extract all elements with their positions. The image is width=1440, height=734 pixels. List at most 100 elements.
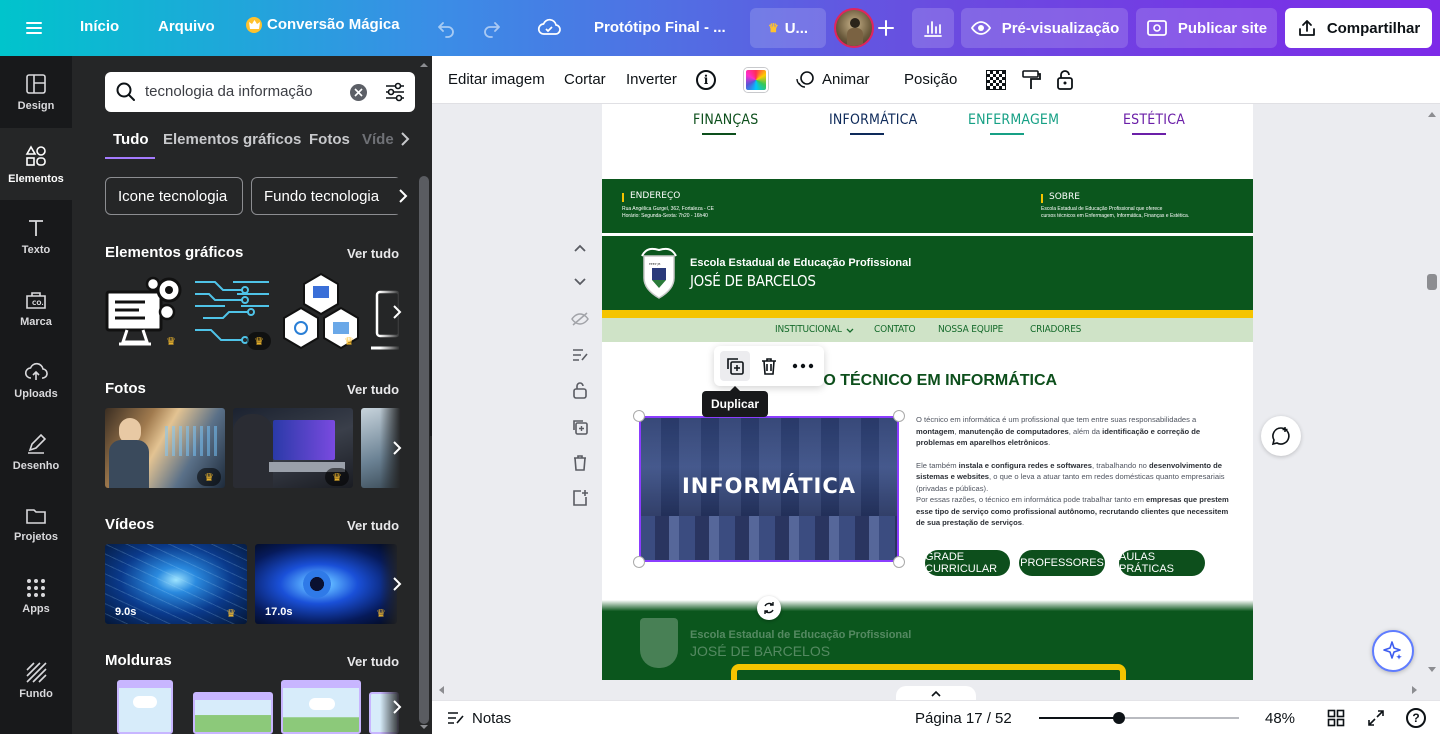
delete-page-icon[interactable]: [568, 451, 592, 475]
cloud-sync-icon[interactable]: [536, 15, 562, 41]
resize-handle[interactable]: [633, 410, 645, 422]
design-page[interactable]: FINANÇAS INFORMÁTICA ENFERMAGEM ESTÉTICA…: [602, 104, 1253, 680]
search-input[interactable]: tecnologia da informação: [145, 83, 313, 100]
file-menu[interactable]: Arquivo: [158, 18, 215, 35]
tab-videos[interactable]: Víde: [362, 131, 394, 148]
trash-icon[interactable]: [759, 356, 779, 376]
videos-next-icon[interactable]: [380, 544, 414, 624]
course-link-it[interactable]: INFORMÁTICA: [829, 112, 917, 128]
graphic-computer-gears[interactable]: ♛: [105, 272, 185, 352]
graphic-tech-hexagons[interactable]: ♛: [281, 272, 361, 352]
see-all-frames-link[interactable]: Ver tudo: [347, 654, 399, 669]
document-title[interactable]: Protótipo Final - ...: [594, 19, 726, 36]
redo-icon[interactable]: [480, 16, 504, 40]
insights-button[interactable]: [912, 8, 954, 48]
preview-button[interactable]: Pré-visualização: [961, 8, 1128, 48]
tabs-next-icon[interactable]: [400, 131, 410, 150]
upgrade-button[interactable]: ♛ U...: [750, 8, 826, 48]
hide-page-icon[interactable]: [568, 307, 592, 331]
lock-page-icon[interactable]: [568, 378, 592, 402]
move-page-up-icon[interactable]: [568, 236, 592, 260]
add-comment-button[interactable]: [1261, 416, 1301, 456]
chips-next-icon[interactable]: [380, 178, 414, 214]
teachers-button[interactable]: PROFESSORES: [1019, 550, 1105, 576]
resize-handle[interactable]: [893, 556, 905, 568]
page-notes-icon[interactable]: [568, 343, 592, 367]
zoom-slider[interactable]: [1039, 712, 1239, 724]
scroll-down-arrow[interactable]: [1427, 666, 1437, 674]
zoom-level[interactable]: 48%: [1265, 710, 1295, 727]
frame-wide-window[interactable]: [281, 680, 361, 734]
more-options-icon[interactable]: [792, 363, 814, 369]
photos-next-icon[interactable]: [380, 408, 414, 488]
transparency-icon[interactable]: [986, 70, 1006, 90]
notes-button[interactable]: Notas: [446, 709, 511, 727]
resize-handle[interactable]: [633, 556, 645, 568]
add-collaborator-icon[interactable]: [872, 14, 900, 42]
home-menu[interactable]: Início: [80, 18, 119, 35]
course-link-aesthetics[interactable]: ESTÉTICA: [1123, 112, 1185, 128]
rail-item-uploads[interactable]: Uploads: [0, 344, 72, 416]
add-page-icon[interactable]: [568, 486, 592, 510]
nav-creators[interactable]: CRIADORES: [1030, 324, 1081, 335]
crop-button[interactable]: Cortar: [564, 71, 606, 88]
practical-classes-button[interactable]: AULAS PRÁTICAS: [1119, 550, 1205, 576]
curriculum-button[interactable]: GRADE CURRICULAR: [925, 550, 1010, 576]
duplicate-button[interactable]: [720, 351, 750, 381]
course-link-nursing[interactable]: ENFERMAGEM: [968, 112, 1059, 128]
selection-box[interactable]: [639, 416, 899, 562]
suggestion-chip[interactable]: Fundo tecnologia: [251, 177, 401, 215]
graphic-circuit-board[interactable]: ♛: [193, 272, 273, 352]
fullscreen-icon[interactable]: [1367, 709, 1385, 727]
graphics-next-icon[interactable]: [380, 272, 414, 352]
frame-landscape-window[interactable]: [193, 692, 273, 734]
rail-item-draw[interactable]: Desenho: [0, 416, 72, 488]
rail-item-design[interactable]: Design: [0, 56, 72, 128]
rail-item-projects[interactable]: Projetos: [0, 488, 72, 560]
position-button[interactable]: Posição: [904, 71, 957, 88]
undo-icon[interactable]: [434, 16, 458, 40]
publish-site-button[interactable]: Publicar site: [1136, 8, 1277, 48]
rail-item-apps[interactable]: Apps: [0, 560, 72, 632]
filter-sliders-icon[interactable]: [384, 81, 406, 103]
tab-photos[interactable]: Fotos: [309, 131, 350, 148]
nav-contact[interactable]: CONTATO: [874, 324, 916, 335]
animate-button[interactable]: Animar: [794, 68, 870, 90]
tab-graphics[interactable]: Elementos gráficos: [163, 131, 301, 148]
video-blue-network[interactable]: 9.0s ♛: [105, 544, 247, 624]
video-digital-eye[interactable]: 17.0s ♛: [255, 544, 397, 624]
magic-switch-button[interactable]: Conversão Mágica: [246, 16, 400, 33]
menu-icon[interactable]: [22, 16, 46, 40]
rail-item-text[interactable]: Texto: [0, 200, 72, 272]
search-box[interactable]: tecnologia da informação: [105, 72, 415, 112]
suggestion-chip[interactable]: Icone tecnologia: [105, 177, 243, 215]
frame-browser-window[interactable]: [117, 680, 173, 734]
grid-view-icon[interactable]: [1327, 709, 1345, 727]
tab-all[interactable]: Tudo: [105, 130, 155, 160]
magic-assistant-button[interactable]: [1372, 630, 1414, 672]
share-button[interactable]: Compartilhar: [1285, 8, 1432, 48]
scroll-up-arrow[interactable]: [1427, 110, 1437, 118]
see-all-photos-link[interactable]: Ver tudo: [347, 382, 399, 397]
clear-search-icon[interactable]: [350, 84, 367, 101]
nav-institutional[interactable]: INSTITUCIONAL: [775, 324, 842, 335]
help-icon[interactable]: ?: [1406, 708, 1426, 728]
canvas-scrollbar[interactable]: [1424, 104, 1440, 700]
color-picker-icon[interactable]: [744, 68, 768, 92]
duplicate-page-icon[interactable]: [568, 415, 592, 439]
see-all-videos-link[interactable]: Ver tudo: [347, 518, 399, 533]
photo-man-coding[interactable]: ♛: [105, 408, 225, 488]
avatar[interactable]: [834, 8, 874, 48]
edit-image-button[interactable]: Editar imagem: [448, 71, 545, 88]
page-indicator[interactable]: Página 17 / 52: [915, 710, 1012, 727]
frames-next-icon[interactable]: [380, 680, 414, 734]
info-icon[interactable]: i: [696, 70, 716, 90]
paint-roller-icon[interactable]: [1020, 69, 1042, 91]
course-link-finance[interactable]: FINANÇAS: [693, 112, 758, 128]
flip-button[interactable]: Inverter: [626, 71, 677, 88]
rail-item-elements[interactable]: Elementos: [0, 128, 72, 200]
rail-item-brand[interactable]: CO. Marca: [0, 272, 72, 344]
nav-team[interactable]: NOSSA EQUIPE: [938, 324, 1003, 335]
photo-laptop-charts[interactable]: ♛: [233, 408, 353, 488]
rail-item-background[interactable]: Fundo: [0, 644, 72, 716]
